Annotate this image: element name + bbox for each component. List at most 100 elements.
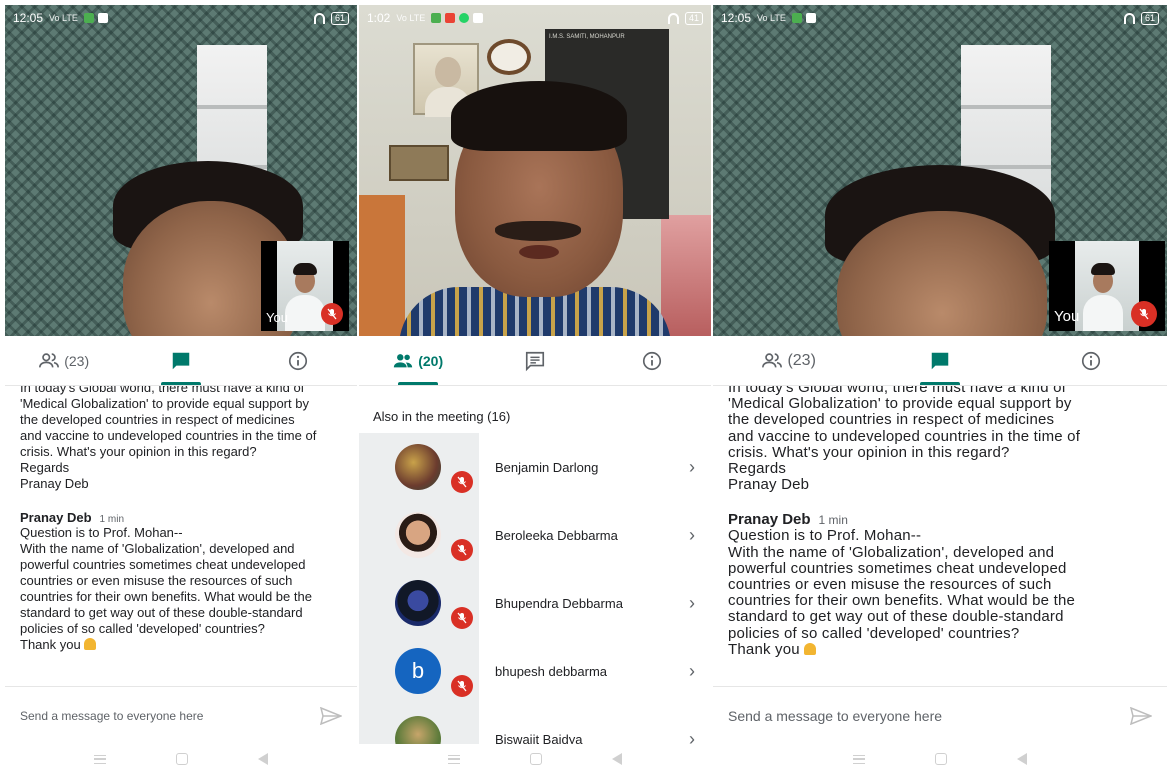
self-label: You bbox=[266, 310, 288, 325]
signal-icon: Vo LTE bbox=[757, 13, 786, 23]
send-icon[interactable] bbox=[320, 706, 342, 725]
folded-hands-icon bbox=[84, 638, 97, 650]
chat-line: the developed countries in respect of me… bbox=[20, 412, 295, 427]
back-icon[interactable] bbox=[258, 753, 268, 765]
wall-clock bbox=[487, 39, 531, 75]
participant-row[interactable]: Bhupendra Debbarma › bbox=[359, 569, 711, 637]
participant-row[interactable]: Benjamin Darlong › bbox=[359, 433, 711, 501]
app-notification-icon bbox=[805, 13, 816, 23]
participant-row[interactable]: Beroleeka Debbarma › bbox=[359, 501, 711, 569]
back-icon[interactable] bbox=[1017, 753, 1027, 765]
chat-icon bbox=[525, 351, 545, 371]
speaker-mustache bbox=[495, 221, 581, 241]
info-icon bbox=[643, 351, 662, 370]
board-heading: I.M.S. SAMITI, MOHANPUR bbox=[549, 34, 625, 40]
chat-line: crisis. What's your opinion in this rega… bbox=[728, 443, 1010, 461]
tab-info[interactable] bbox=[1016, 336, 1167, 385]
mic-off-icon bbox=[451, 607, 473, 629]
system-nav-bar bbox=[713, 744, 1167, 774]
home-icon[interactable] bbox=[176, 753, 188, 765]
tab-chat[interactable] bbox=[122, 336, 239, 385]
people-icon bbox=[762, 352, 783, 367]
message-line: With the name of 'Globalization', develo… bbox=[728, 543, 1055, 561]
avatar: b bbox=[395, 648, 441, 694]
self-view-tile[interactable]: You bbox=[261, 241, 349, 331]
people-count: (20) bbox=[418, 352, 444, 369]
mic-off-icon bbox=[451, 539, 473, 561]
chevron-right-icon[interactable]: › bbox=[689, 661, 695, 682]
recent-apps-icon[interactable] bbox=[448, 754, 460, 764]
app-notification-icon bbox=[431, 13, 442, 23]
people-icon bbox=[39, 352, 60, 367]
recent-apps-icon[interactable] bbox=[853, 754, 865, 764]
app-notification-icon bbox=[473, 13, 484, 23]
avatar bbox=[395, 512, 441, 558]
tab-people[interactable]: (23) bbox=[713, 336, 864, 385]
tab-people[interactable]: (20) bbox=[359, 336, 476, 385]
chat-line: 'Medical Globalization' to provide equal… bbox=[728, 395, 1072, 413]
message-composer: Send a message to everyone here bbox=[713, 686, 1167, 744]
message-line: powerful countries sometimes cheat undev… bbox=[20, 557, 306, 572]
door-background bbox=[359, 195, 405, 336]
recent-apps-icon[interactable] bbox=[94, 754, 106, 764]
mic-off-icon[interactable] bbox=[321, 303, 343, 325]
battery-indicator: 61 bbox=[1140, 11, 1159, 25]
participant-name: Beroleeka Debbarma bbox=[495, 527, 618, 543]
chat-panel: In today's Global world, there must have… bbox=[713, 386, 1167, 686]
chat-line: crisis. What's your opinion in this rega… bbox=[20, 444, 257, 459]
phone-screen-chat-2: 12:05 Vo LTE 61 You (23) In today's Glob… bbox=[713, 5, 1167, 774]
chat-line: Regards bbox=[20, 460, 70, 475]
painting-frame bbox=[389, 145, 449, 181]
tab-info[interactable] bbox=[594, 336, 711, 385]
tab-info[interactable] bbox=[240, 336, 357, 385]
home-icon[interactable] bbox=[530, 753, 542, 765]
status-bar: 1:02 Vo LTE 41 bbox=[359, 5, 711, 31]
self-view-tile[interactable]: You bbox=[1049, 241, 1165, 331]
participant-row[interactable]: b bhupesh debbarma › bbox=[359, 637, 711, 705]
chat-line: Pranay Deb bbox=[728, 476, 810, 494]
folded-hands-icon bbox=[804, 642, 817, 655]
chat-line: In today's Global world, there must have… bbox=[20, 386, 305, 395]
message-line: policies of so called 'developed' countr… bbox=[728, 624, 1020, 642]
headset-icon bbox=[313, 12, 325, 24]
message-line: Thank you bbox=[728, 640, 800, 658]
message-input[interactable]: Send a message to everyone here bbox=[728, 708, 1130, 724]
self-label: You bbox=[1054, 308, 1080, 325]
chat-line: Pranay Deb bbox=[20, 476, 89, 491]
message-line: With the name of 'Globalization', develo… bbox=[20, 541, 295, 556]
home-icon[interactable] bbox=[935, 753, 947, 765]
participant-name: Benjamin Darlong bbox=[495, 459, 599, 475]
signal-icon: Vo LTE bbox=[396, 13, 426, 23]
tab-chat[interactable] bbox=[476, 336, 593, 385]
chevron-right-icon[interactable]: › bbox=[689, 525, 695, 546]
message-time: 1 min bbox=[99, 514, 124, 525]
avatar bbox=[395, 580, 441, 626]
message-input[interactable]: Send a message to everyone here bbox=[20, 709, 320, 723]
mic-off-icon[interactable] bbox=[1131, 301, 1157, 327]
chevron-right-icon[interactable]: › bbox=[689, 729, 695, 745]
info-icon bbox=[289, 351, 308, 370]
message-sender: Pranay Deb bbox=[728, 511, 811, 529]
signal-icon: Vo LTE bbox=[49, 13, 78, 23]
status-time: 1:02 bbox=[367, 11, 391, 25]
back-icon[interactable] bbox=[612, 753, 622, 765]
tab-chat[interactable] bbox=[864, 336, 1015, 385]
chat-icon bbox=[931, 352, 949, 369]
message-time: 1 min bbox=[818, 513, 848, 528]
app-notification-icon bbox=[83, 13, 94, 23]
speaker-mouth bbox=[519, 245, 559, 259]
message-line: policies of so called 'developed' countr… bbox=[20, 621, 265, 636]
send-icon[interactable] bbox=[1130, 706, 1152, 725]
chat-line: Regards bbox=[728, 460, 787, 478]
chevron-right-icon[interactable]: › bbox=[689, 593, 695, 614]
system-nav-bar bbox=[5, 744, 357, 774]
status-bar: 12:05 Vo LTE 61 bbox=[713, 5, 1167, 31]
message-line: standard to get way out of these double-… bbox=[20, 605, 303, 620]
tab-people[interactable]: (23) bbox=[5, 336, 122, 385]
participant-row[interactable]: Biswajit Baidya › bbox=[359, 705, 711, 744]
meeting-tabs: (23) bbox=[5, 336, 357, 386]
message-line: countries or even misuse the resources o… bbox=[728, 576, 1052, 594]
info-icon bbox=[1082, 351, 1101, 370]
phone-screen-chat-1: 12:05 Vo LTE 61 You (23) In today's Glob… bbox=[5, 5, 357, 774]
chevron-right-icon[interactable]: › bbox=[689, 457, 695, 478]
